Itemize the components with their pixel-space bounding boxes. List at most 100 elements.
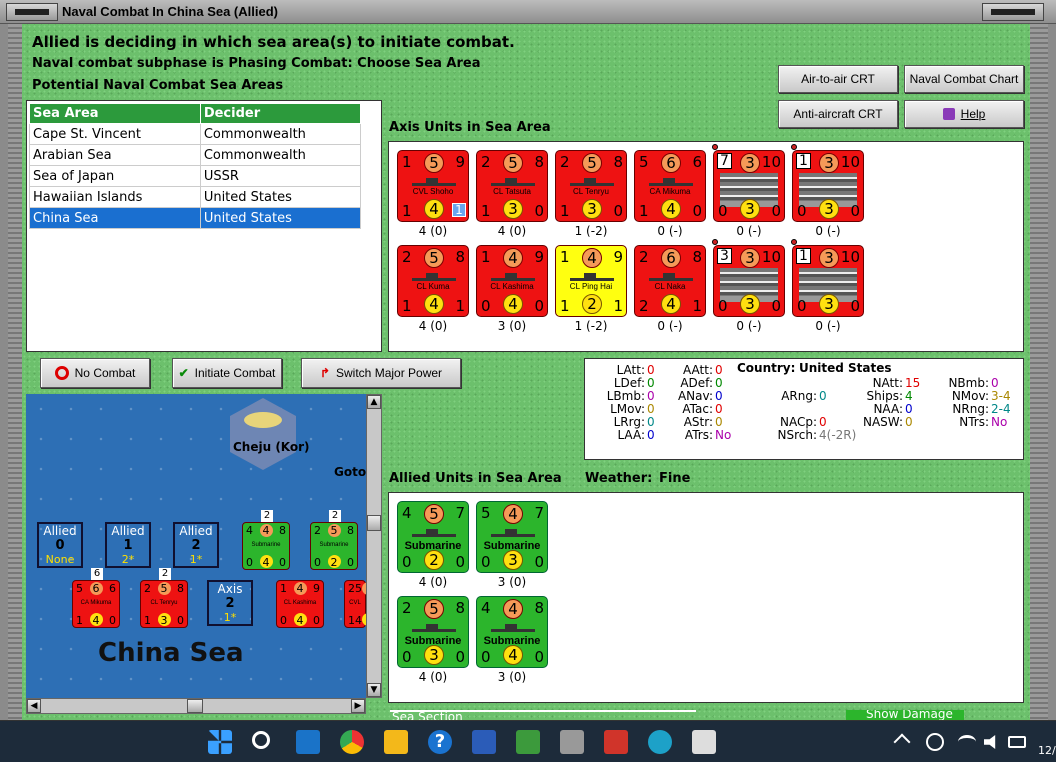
scroll-right-icon[interactable]: ▶ [351,699,365,713]
col-sea-area[interactable]: Sea Area [29,103,201,124]
map-unit-value: 4 [262,556,270,569]
force-side: Axis [217,582,243,596]
weather-value: Fine [659,471,691,486]
help-circle-icon[interactable]: ? [428,730,452,754]
unit-counter[interactable]: 4 5 7 Submarine 0 2 0 [397,501,469,573]
unit-top-left: 2 [639,248,649,266]
initiate-combat-button[interactable]: ✔ Initiate Combat [172,358,282,388]
map-unit-counter[interactable]: 2 5 8 Submarine 0 2 0 2 [310,510,358,570]
sync-icon[interactable] [926,733,944,751]
col-decider[interactable]: Decider [199,103,362,124]
unit-top-left: 5 [481,504,491,522]
unit-counter[interactable]: 3 3 10 0 3 0 [712,239,785,317]
unit-counter[interactable]: 1 4 9 CL Ping Hai 1 2 1 [555,245,627,317]
unit-top-circle: 3 [740,248,760,268]
map-unit-bottom: 140 [76,614,116,627]
volume-icon[interactable] [984,735,996,749]
unit-bottom-circle: 4 [661,199,681,219]
unit-counter[interactable]: 1 5 9 CVL Shoho 1 4 1 [397,150,469,222]
unit-top-right: 8 [455,599,465,617]
warship-icon [491,177,535,186]
unit-counter[interactable]: 2 5 8 CL Kuma 1 4 1 [397,245,469,317]
sea-area-table: Sea Area Decider Cape St. Vincent Commonw… [26,100,382,352]
wifi-icon[interactable] [958,735,976,749]
map-unit-counter[interactable]: 5 6 6 CA Mikuma 1 4 0 6 [72,568,120,628]
help-button[interactable]: Help [904,100,1024,128]
map-horizontal-scrollbar[interactable]: ◀ ▶ [26,698,366,714]
notepad-icon[interactable] [516,730,540,754]
no-combat-button[interactable]: No Combat [40,358,150,388]
scroll-down-icon[interactable]: ▼ [367,683,381,697]
table-row-selected[interactable]: China Sea United States [29,207,362,229]
minimize-button[interactable] [6,3,58,21]
unit-counter[interactable]: 1 4 9 CL Kashima 0 4 0 [476,245,548,317]
anti-aircraft-crt-button[interactable]: Anti-aircraft CRT [778,100,898,128]
unit-counter[interactable]: 1 3 10 0 3 0 [791,239,864,317]
show-damage-toggle[interactable]: Show Damage [846,710,964,720]
game-icon[interactable] [604,730,628,754]
force-sections: 1* [189,553,203,566]
initiate-combat-label: Initiate Combat [194,366,276,380]
force-box[interactable]: Allied 2 1* [173,522,219,568]
unit-strength-box: 3 [717,248,732,264]
unit-bottom-left: 0 [481,553,491,571]
close-button[interactable] [982,3,1044,21]
naval-combat-chart-button[interactable]: Naval Combat Chart [904,65,1024,93]
chrome-icon[interactable] [340,730,364,754]
unit-counter[interactable]: 2 6 8 CL Naka 2 4 1 [634,245,706,317]
edge-icon[interactable] [648,730,672,754]
stat-value: No [991,415,1008,429]
unit-bottom-circle: 4 [661,294,681,314]
myhp-icon[interactable] [296,730,320,754]
map-unit-counter[interactable]: 2 5 8 CL Tenryu 1 3 0 2 [140,568,188,628]
map-unit-value: 0 [347,556,354,569]
chevron-up-icon[interactable] [893,733,911,751]
app-icon[interactable] [692,730,716,754]
unit-caption: 4 (0) [418,319,448,333]
unit-counter[interactable]: 2 5 8 CL Tenryu 1 3 0 [555,150,627,222]
scroll-left-icon[interactable]: ◀ [27,699,41,713]
map-unit-counter[interactable]: 1 4 9 CL Kashima 0 4 0 [276,580,324,628]
force-number: 1 [123,538,133,553]
force-box[interactable]: Allied 1 2* [105,522,151,568]
windows-start-icon[interactable] [208,730,232,754]
unit-counter[interactable]: 7 3 10 0 3 0 [712,144,785,222]
table-row[interactable]: Sea of Japan USSR [29,165,362,187]
stat-value: 4 [905,389,913,403]
scroll-thumb-h[interactable] [187,699,203,713]
unit-bottom-right: 0 [613,202,623,220]
unit-name: CL Ping Hai [569,282,613,291]
calculator-icon[interactable] [560,730,584,754]
scroll-up-icon[interactable]: ▲ [367,395,381,409]
unit-counter[interactable]: 5 6 6 CA Mikuma 1 4 0 [634,150,706,222]
decider-cell: USSR [199,165,362,187]
map-unit-counter[interactable]: 2 5 CVL 1 4 [344,580,375,628]
map-vertical-scrollbar[interactable]: ▲ ▼ [366,394,382,698]
stat-label: ATac: [682,402,713,416]
warship-icon [649,177,693,186]
force-box[interactable]: Axis 2 1* [207,580,253,626]
table-row[interactable]: Hawaiian Islands United States [29,186,362,208]
unit-top-circle: 4 [503,504,523,524]
map-unit-value: 3 [160,614,168,627]
unit-counter[interactable]: 4 4 8 Submarine 0 4 0 [476,596,548,668]
unit-caption: 0 (-) [815,224,841,238]
switch-major-power-button[interactable]: ↱ Switch Major Power [301,358,461,388]
unit-counter[interactable]: 2 5 8 CL Tatsuta 1 3 0 [476,150,548,222]
search-icon[interactable] [252,731,270,749]
unit-bottom-circle: 4 [503,645,523,665]
table-row[interactable]: Arabian Sea Commonwealth [29,144,362,166]
battery-icon[interactable] [1008,736,1026,748]
unit-counter[interactable]: 5 4 7 Submarine 0 3 0 [476,501,548,573]
map-unit-counter[interactable]: 4 4 8 Submarine 0 4 0 2 [242,510,290,570]
unit-bottom-circle: 3 [819,199,839,219]
unit-name: CVL Shoho [412,187,454,196]
air-to-air-crt-button[interactable]: Air-to-air CRT [778,65,898,93]
unit-counter[interactable]: 2 5 8 Submarine 0 3 0 [397,596,469,668]
unit-counter[interactable]: 1 3 10 0 3 0 [791,144,864,222]
word-icon[interactable] [472,730,496,754]
table-row[interactable]: Cape St. Vincent Commonwealth [29,123,362,145]
scroll-thumb[interactable] [367,515,381,531]
file-explorer-icon[interactable] [384,730,408,754]
force-box[interactable]: Allied 0 None [37,522,83,568]
